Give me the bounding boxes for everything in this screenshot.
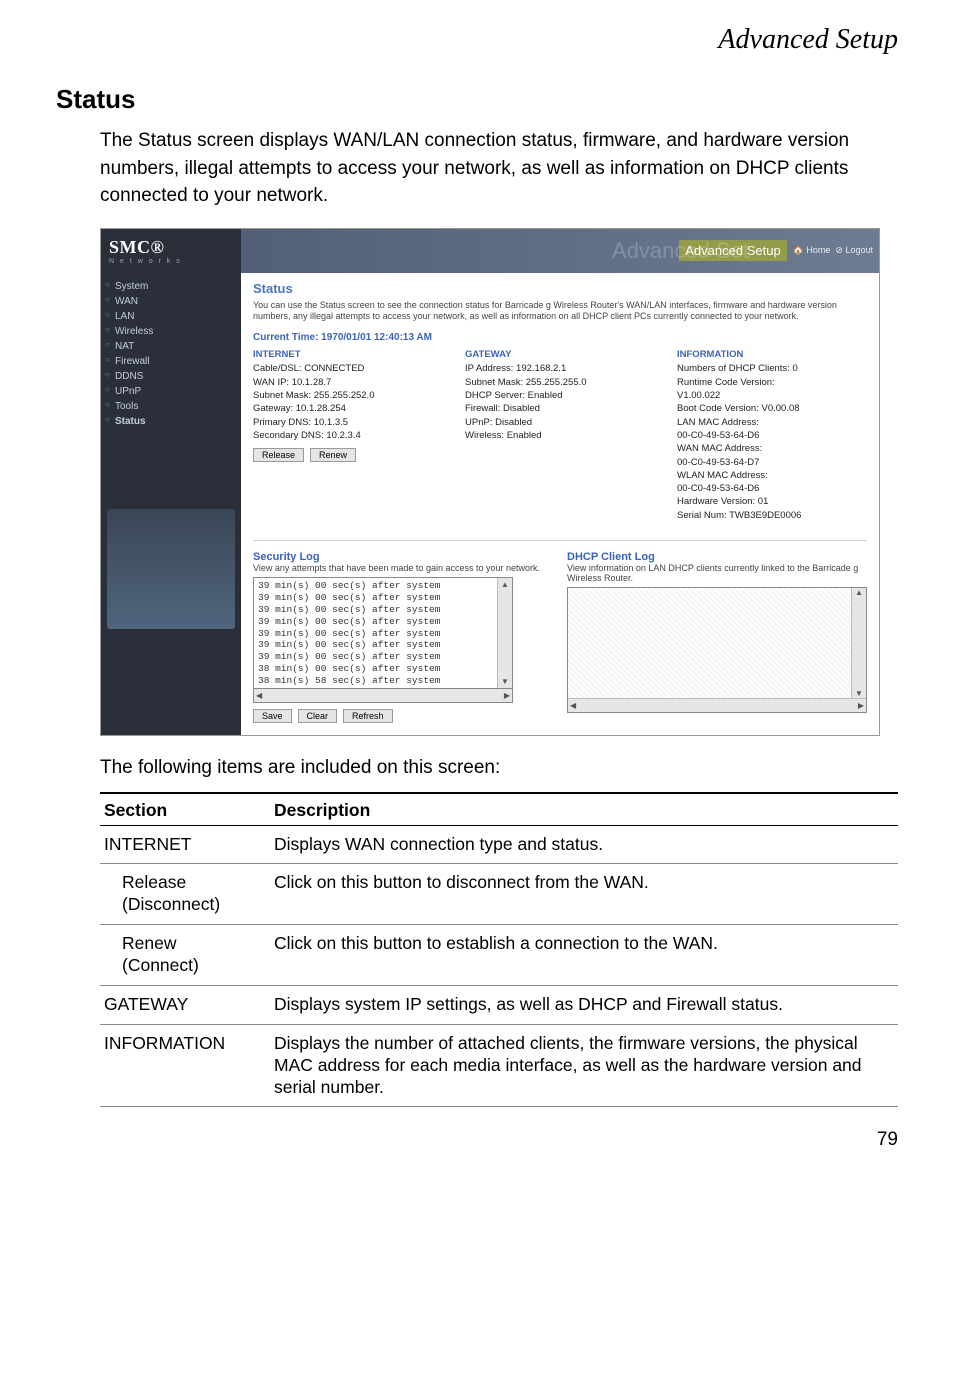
renew-button[interactable]: Renew xyxy=(310,448,356,462)
logo-main: SMC® xyxy=(109,237,241,258)
info-line: 00-C0-49-53-64-D7 xyxy=(677,456,867,469)
internet-panel: INTERNET Cable/DSL: CONNECTED WAN IP: 10… xyxy=(253,348,443,522)
info-line: Runtime Code Version: xyxy=(677,376,867,389)
internet-line: Subnet Mask: 255.255.252.0 xyxy=(253,389,443,402)
refresh-button[interactable]: Refresh xyxy=(343,709,393,723)
nav-upnp[interactable]: UPnP xyxy=(107,384,235,399)
info-line: Numbers of DHCP Clients: 0 xyxy=(677,362,867,375)
nav-ddns[interactable]: DDNS xyxy=(107,369,235,384)
section-title: Status xyxy=(56,84,898,115)
status-desc: You can use the Status screen to see the… xyxy=(253,300,867,323)
gateway-panel: GATEWAY IP Address: 192.168.2.1 Subnet M… xyxy=(465,348,655,522)
banner: Advanced Set Advanced Setup 🏠 Home ⊘ Log… xyxy=(241,229,879,273)
dhcp-box[interactable]: ▲▼ ◀▶ xyxy=(567,587,867,713)
post-text: The following items are included on this… xyxy=(100,754,898,782)
table-row-section: Release(Disconnect) xyxy=(100,864,270,925)
table-row-section: GATEWAY xyxy=(100,985,270,1024)
banner-ghost: Advanced Set xyxy=(612,238,749,264)
gateway-h: GATEWAY xyxy=(465,348,655,361)
gateway-line: IP Address: 192.168.2.1 xyxy=(465,362,655,375)
home-icon[interactable]: 🏠 xyxy=(793,245,807,255)
th-section: Section xyxy=(100,793,270,826)
nav-wireless[interactable]: Wireless xyxy=(107,324,235,339)
save-button[interactable]: Save xyxy=(253,709,292,723)
scrollbar-h[interactable]: ◀▶ xyxy=(568,698,866,712)
page-number: 79 xyxy=(56,1129,898,1151)
page-header: Advanced Setup xyxy=(56,24,898,56)
nav-tools[interactable]: Tools xyxy=(107,399,235,414)
release-button[interactable]: Release xyxy=(253,448,304,462)
internet-line: Cable/DSL: CONNECTED xyxy=(253,362,443,375)
logout-link[interactable]: Logout xyxy=(845,245,873,255)
table-row-desc: Click on this button to disconnect from … xyxy=(270,864,898,925)
logo: SMC® N e t w o r k s xyxy=(101,229,241,273)
current-time: Current Time: 1970/01/01 12:40:13 AM xyxy=(253,332,867,343)
info-line: WLAN MAC Address: xyxy=(677,469,867,482)
seclog-h: Security Log xyxy=(253,551,545,563)
home-link[interactable]: Home xyxy=(806,245,830,255)
scrollbar-v[interactable]: ▲▼ xyxy=(497,578,512,688)
scrollbar-v[interactable]: ▲▼ xyxy=(851,588,866,698)
nav-system[interactable]: System xyxy=(107,279,235,294)
gateway-line: DHCP Server: Enabled xyxy=(465,389,655,402)
table-row-section: Renew(Connect) xyxy=(100,925,270,986)
table-row-desc: Displays WAN connection type and status. xyxy=(270,825,898,864)
table-row-desc: Click on this button to establish a conn… xyxy=(270,925,898,986)
internet-line: Gateway: 10.1.28.254 xyxy=(253,402,443,415)
clear-button[interactable]: Clear xyxy=(298,709,338,723)
info-panel: INFORMATION Numbers of DHCP Clients: 0 R… xyxy=(677,348,867,522)
gateway-line: Firewall: Disabled xyxy=(465,402,655,415)
info-h: INFORMATION xyxy=(677,348,867,361)
nav-lan[interactable]: LAN xyxy=(107,309,235,324)
nav-firewall[interactable]: Firewall xyxy=(107,354,235,369)
info-line: WAN MAC Address: xyxy=(677,442,867,455)
info-line: Boot Code Version: V0.00.08 xyxy=(677,402,867,415)
intro-text: The Status screen displays WAN/LAN conne… xyxy=(100,127,898,210)
dhcp-log-col: DHCP Client Log View information on LAN … xyxy=(567,551,867,723)
th-description: Description xyxy=(270,793,898,826)
nav-status[interactable]: Status xyxy=(107,414,235,429)
sidebar: System WAN LAN Wireless NAT Firewall DDN… xyxy=(101,273,241,735)
scrollbar-h[interactable]: ◀▶ xyxy=(253,689,513,703)
nav-wan[interactable]: WAN xyxy=(107,294,235,309)
logo-sub: N e t w o r k s xyxy=(109,258,241,265)
table-row-section: INFORMATION xyxy=(100,1024,270,1107)
info-line: LAN MAC Address: xyxy=(677,416,867,429)
description-table: Section Description INTERNETDisplays WAN… xyxy=(100,792,898,1108)
internet-line: Primary DNS: 10.1.3.5 xyxy=(253,416,443,429)
screenshot: SMC® N e t w o r k s Advanced Set Advanc… xyxy=(100,228,880,736)
info-line: Serial Num: TWB3E9DE0006 xyxy=(677,509,867,522)
info-line: Hardware Version: 01 xyxy=(677,495,867,508)
nav-nat[interactable]: NAT xyxy=(107,339,235,354)
security-log-col: Security Log View any attempts that have… xyxy=(253,551,545,723)
table-row-desc: Displays system IP settings, as well as … xyxy=(270,985,898,1024)
status-heading: Status xyxy=(253,281,867,296)
table-row-desc: Displays the number of attached clients,… xyxy=(270,1024,898,1107)
sidebar-image xyxy=(107,509,235,629)
internet-line: WAN IP: 10.1.28.7 xyxy=(253,376,443,389)
seclog-d: View any attempts that have been made to… xyxy=(253,563,545,573)
gateway-line: Wireless: Enabled xyxy=(465,429,655,442)
table-row-section: INTERNET xyxy=(100,825,270,864)
internet-h: INTERNET xyxy=(253,348,443,361)
seclog-text: 39 min(s) 00 sec(s) after system 39 min(… xyxy=(254,578,497,688)
banner-links: 🏠 Home ⊘ Logout xyxy=(793,245,873,256)
info-line: 00-C0-49-53-64-D6 xyxy=(677,429,867,442)
dhcp-h: DHCP Client Log xyxy=(567,551,867,563)
seclog-box[interactable]: 39 min(s) 00 sec(s) after system 39 min(… xyxy=(253,577,513,689)
info-line: 00-C0-49-53-64-D6 xyxy=(677,482,867,495)
dhcp-d: View information on LAN DHCP clients cur… xyxy=(567,563,867,583)
gateway-line: Subnet Mask: 255.255.255.0 xyxy=(465,376,655,389)
info-line: V1.00.022 xyxy=(677,389,867,402)
gateway-line: UPnP: Disabled xyxy=(465,416,655,429)
internet-line: Secondary DNS: 10.2.3.4 xyxy=(253,429,443,442)
